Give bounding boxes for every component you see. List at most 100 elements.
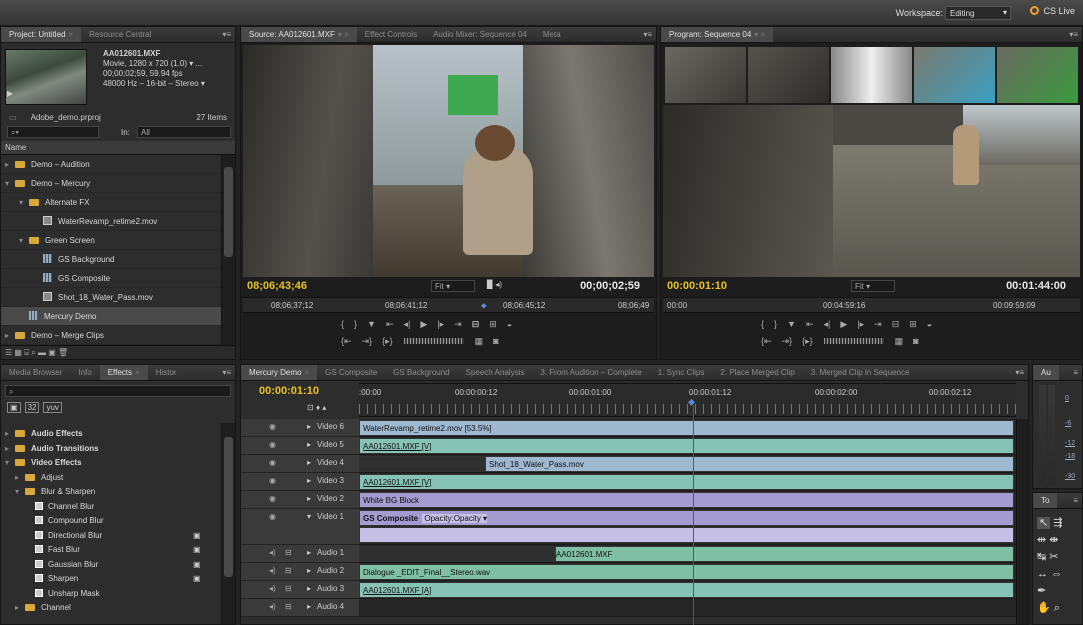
close-icon[interactable]: ×	[135, 368, 140, 377]
disclosure-triangle-icon[interactable]: ▾	[5, 174, 15, 193]
project-scrollbar[interactable]	[221, 155, 235, 345]
disclosure-triangle-icon[interactable]: ▸	[5, 427, 15, 442]
extract-icon[interactable]: ⊞	[909, 319, 917, 330]
razor-tool-icon[interactable]: ✂	[1049, 551, 1058, 563]
timeline-clip[interactable]	[359, 546, 555, 562]
icon-view-icon[interactable]: ▦	[14, 348, 22, 357]
playhead-handle-icon[interactable]: ⬥	[688, 397, 695, 408]
goto-out-point-icon[interactable]: ⇥}	[362, 336, 373, 347]
timeline-scrollbar[interactable]	[1016, 419, 1028, 624]
tab-sequence[interactable]: 3. Merged Clip in Sequence	[803, 365, 918, 380]
timeline-clip[interactable]: AA012601.MXF [A]	[359, 582, 1014, 598]
eye-icon[interactable]: ◉	[269, 512, 276, 521]
clip-opacity-dropdown[interactable]: Opacity:Opacity ▾	[422, 514, 488, 523]
close-icon[interactable]: ×	[304, 368, 309, 377]
panel-menu-icon[interactable]: ▾≡	[222, 368, 231, 377]
camera-icon[interactable]: ◙	[493, 336, 498, 346]
panel-menu-icon[interactable]: ▾≡	[222, 30, 231, 39]
play-icon[interactable]: ▶	[420, 319, 427, 330]
yuv-effects-icon[interactable]: yuv	[43, 402, 62, 413]
source-video-frame[interactable]	[243, 45, 654, 277]
marker-icon[interactable]: ▼	[367, 319, 376, 329]
effect-list-item[interactable]: ▾ Blur & Sharpen	[1, 485, 221, 500]
sync-lock-icon[interactable]: ⊟	[285, 566, 292, 575]
zoom-tool-icon[interactable]: ⌕	[1054, 602, 1060, 614]
expand-triangle-icon[interactable]: ▸	[307, 476, 311, 485]
disclosure-triangle-icon[interactable]: ▾	[5, 456, 15, 471]
tab-effect-controls[interactable]: Effect Controls	[357, 27, 425, 42]
timeline-clip[interactable]: Shot_18_Water_Pass.mov	[485, 456, 1014, 472]
in-filter-select[interactable]: All	[137, 126, 231, 138]
add-marker-icon[interactable]: ♦	[316, 403, 320, 412]
timeline-clip[interactable]: GS Composite Opacity:Opacity ▾	[359, 510, 1014, 526]
safe-margins-icon[interactable]: ▦	[895, 336, 904, 347]
effect-list-item[interactable]: Directional Blur ▣	[1, 529, 221, 544]
step-forward-icon[interactable]: |▸	[857, 319, 864, 330]
effect-list-item[interactable]: ▸ Audio Transitions	[1, 442, 221, 457]
effect-list-item[interactable]: Compound Blur	[1, 514, 221, 529]
tab-sequence[interactable]: Mercury Demo ×	[241, 365, 318, 380]
disclosure-triangle-icon[interactable]: ▸	[15, 601, 25, 616]
disclosure-triangle-icon[interactable]: ▸	[5, 442, 15, 457]
sync-lock-icon[interactable]: ⊟	[285, 602, 292, 611]
disclosure-triangle-icon[interactable]: ▾	[15, 485, 25, 500]
list-item[interactable]: ▾ Alternate FX	[1, 193, 221, 212]
play-icon[interactable]: ▶	[840, 319, 847, 330]
track-header[interactable]: ◉ ▸ Video 6	[241, 419, 359, 437]
list-item[interactable]: ▸ Demo – Audition	[1, 155, 221, 174]
timeline-clip[interactable]: Dialogue _EDIT_Final__Stereo.wav	[359, 564, 1014, 580]
expand-triangle-icon[interactable]: ▸	[307, 494, 311, 503]
close-icon[interactable]: ×	[68, 30, 73, 39]
expand-triangle-icon[interactable]: ▸	[307, 602, 311, 611]
effect-list-item[interactable]: ▾ Video Effects	[1, 456, 221, 471]
goto-in-point-icon[interactable]: {⇤	[761, 336, 772, 347]
effect-list-item[interactable]: Unsharp Mask	[1, 587, 221, 602]
tab-sequence[interactable]: 1. Sync Clips	[650, 365, 713, 380]
timeline-current-timecode[interactable]: 00:00:01:10	[259, 385, 319, 397]
panel-menu-icon[interactable]: ≡	[1073, 368, 1078, 377]
goto-out-point-icon[interactable]: ⇥}	[782, 336, 793, 347]
close-icon[interactable]: ▾ ×	[754, 30, 765, 39]
new-item-icon[interactable]: ▣	[48, 348, 56, 357]
panel-menu-icon[interactable]: ▾≡	[1015, 368, 1024, 377]
disclosure-triangle-icon[interactable]: ▾	[19, 193, 29, 212]
tab-media-browser[interactable]: Media Browser	[1, 365, 70, 380]
tab-audio-mixer[interactable]: Audio Mixer: Sequence 04	[425, 27, 535, 42]
play-in-to-out-icon[interactable]: {▸}	[802, 336, 813, 347]
name-column-header[interactable]: Name	[1, 141, 235, 155]
goto-out-icon[interactable]: ⇥	[454, 319, 462, 330]
expand-triangle-icon[interactable]: ▸	[307, 440, 311, 449]
camera-icon[interactable]: ◙	[913, 336, 918, 346]
mark-in-icon[interactable]: {	[341, 319, 344, 329]
effect-list-item[interactable]: ▸ Adjust	[1, 471, 221, 486]
playhead-icon[interactable]: ⬥	[481, 301, 487, 311]
sync-lock-icon[interactable]: ⊟	[285, 548, 292, 557]
tab-audio-meters[interactable]: Au	[1033, 365, 1059, 380]
accelerated-effects-icon[interactable]: ▣	[7, 402, 21, 413]
timeline-clip[interactable]: White BG Block	[359, 492, 1014, 508]
mark-out-icon[interactable]: }	[354, 319, 357, 329]
track-header[interactable]: ◉ ▸ Video 3	[241, 473, 359, 491]
lock-icon[interactable]: ▴	[322, 403, 326, 412]
list-item[interactable]: ▾ Demo – Mercury	[1, 174, 221, 193]
effect-list-item[interactable]: Fast Blur ▣	[1, 543, 221, 558]
list-item[interactable]: WaterRevamp_retime2.mov	[1, 212, 221, 231]
tab-program[interactable]: Program: Sequence 04 ▾ ×	[661, 27, 774, 42]
program-fit-select[interactable]: Fit ▾	[851, 280, 895, 292]
output-icon[interactable]: ▉ ◂)	[487, 280, 502, 289]
expand-triangle-icon[interactable]: ▸	[307, 422, 311, 431]
timeline-clip[interactable]: WaterRevamp_retime2.mov [53.5%]	[359, 420, 1014, 436]
disclosure-triangle-icon[interactable]: ▸	[5, 155, 15, 174]
timeline-clip[interactable]: AA012601.MXF	[555, 546, 1014, 562]
hand-tool-icon[interactable]: ✋	[1037, 602, 1051, 614]
expand-triangle-icon[interactable]: ▸	[307, 458, 311, 467]
tab-history[interactable]: Histor	[148, 365, 185, 380]
tab-sequence[interactable]: GS Composite	[317, 365, 385, 380]
source-fit-select[interactable]: Fit ▾	[431, 280, 475, 292]
list-view-icon[interactable]: ☰	[5, 348, 12, 357]
track-header[interactable]: ◉ ▸ Video 4	[241, 455, 359, 473]
disclosure-triangle-icon[interactable]: ▸	[5, 326, 15, 345]
trash-icon[interactable]: 🗑	[58, 348, 68, 357]
list-item[interactable]: Shot_18_Water_Pass.mov	[1, 288, 221, 307]
track-header[interactable]: ◂) ⊟ ▸ Audio 3	[241, 581, 359, 599]
